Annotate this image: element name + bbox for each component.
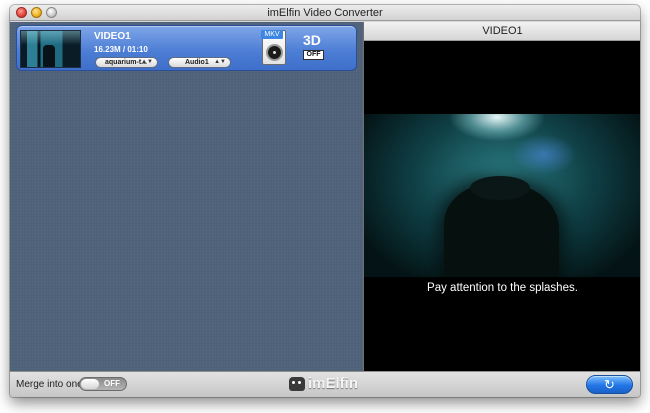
label-3d: 3D — [303, 32, 321, 48]
film-reel-icon — [266, 44, 283, 61]
toggle-knob — [81, 379, 99, 389]
task-list-pane: VIDEO1 16.23M / 01:10 aquarium-t... ▲▼ A… — [10, 22, 363, 371]
title-bar: imElfin Video Converter — [10, 5, 640, 21]
audio-select[interactable]: Audio1 ▲▼ — [168, 57, 231, 68]
preview-title: VIDEO1 — [364, 22, 640, 41]
bottom-toolbar: Merge into one OFF imElfin ↻ — [10, 371, 640, 397]
audio-select-value: Audio1 — [185, 59, 209, 66]
merge-toggle[interactable]: OFF — [79, 377, 127, 391]
convert-button[interactable]: ↻ — [586, 375, 633, 394]
updown-arrows-icon: ▲▼ — [141, 59, 153, 65]
merge-label: Merge into one — [16, 379, 83, 390]
imelfin-logo-icon — [289, 377, 305, 391]
toggle-3d-button[interactable]: OFF — [303, 50, 324, 60]
video-preview-frame[interactable] — [364, 114, 640, 277]
preview-subtitle-text: Pay attention to the splashes. — [427, 282, 578, 294]
convert-arrow-icon: ↻ — [604, 377, 615, 392]
video-thumbnail — [20, 30, 81, 68]
video-size-duration: 16.23M / 01:10 — [94, 45, 148, 54]
preview-pane: VIDEO1 Pay attention to the splashes. — [363, 22, 640, 371]
video-task-card[interactable]: VIDEO1 16.23M / 01:10 aquarium-t... ▲▼ A… — [16, 25, 357, 71]
window-title: imElfin Video Converter — [267, 7, 383, 19]
format-label: MKV — [261, 30, 283, 39]
video-rock-top-shape — [470, 176, 530, 200]
merge-toggle-state: OFF — [104, 379, 120, 388]
updown-arrows-icon: ▲▼ — [214, 59, 226, 65]
brand-name: imElfin — [308, 375, 359, 392]
app-window: imElfin Video Converter VIDEO1 16.23M / … — [10, 5, 640, 397]
video-name: VIDEO1 — [94, 31, 131, 42]
subtitle-select[interactable]: aquarium-t... ▲▼ — [95, 57, 158, 68]
mkv-file-icon[interactable]: MKV — [261, 30, 286, 65]
